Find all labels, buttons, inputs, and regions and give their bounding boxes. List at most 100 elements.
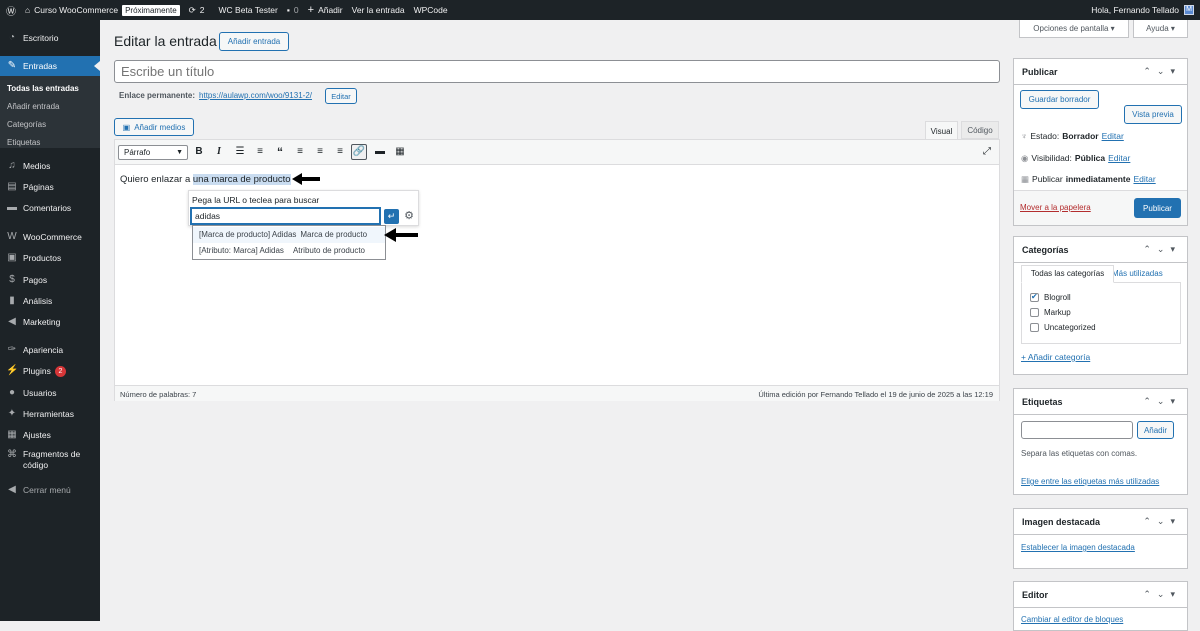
visibility-row: ◉ Visibilidad: Pública Editar — [1021, 153, 1131, 164]
numbered-list-icon[interactable]: ≡ — [254, 146, 266, 158]
menu-entries[interactable]: ✎ Entradas — [0, 56, 100, 76]
menu-tools[interactable]: ✦ Herramientas — [0, 404, 100, 424]
list-item[interactable]: [Marca de producto] Adidas Marca de produ… — [193, 227, 385, 243]
category-item[interactable]: Markup — [1030, 308, 1071, 318]
permalink-url[interactable]: https://aulawp.com/woo/9131-2/ — [199, 91, 312, 100]
panel-controls-icon[interactable]: ⌃⌄▾ — [1143, 396, 1181, 407]
menu-snippets[interactable]: ⌘ Fragmentos de código — [0, 449, 100, 477]
key-icon: ♆ — [1021, 131, 1028, 141]
tab-all-categories[interactable]: Todas las categorías — [1021, 265, 1114, 283]
add-tag-button[interactable]: Añadir — [1137, 421, 1174, 439]
tag-input[interactable] — [1021, 421, 1133, 439]
permalink-edit-button[interactable]: Editar — [325, 88, 357, 104]
menu-plugins[interactable]: ⚡ Plugins 2 — [0, 361, 100, 381]
category-item[interactable]: Blogroll — [1030, 292, 1071, 303]
edit-schedule-link[interactable]: Editar — [1133, 174, 1155, 185]
link-apply-button[interactable]: ↵ — [384, 209, 399, 224]
updates-link[interactable]: ⟳ 2 — [189, 5, 205, 16]
checkbox[interactable] — [1030, 323, 1039, 333]
set-featured-image-link[interactable]: Establecer la imagen destacada — [1021, 543, 1135, 552]
align-left-icon[interactable]: ≡ — [294, 146, 306, 158]
tab-code[interactable]: Código — [961, 121, 999, 139]
brush-icon: ✑ — [7, 344, 17, 355]
submenu-tags[interactable]: Etiquetas — [7, 138, 40, 147]
menu-users[interactable]: ● Usuarios — [0, 383, 100, 403]
publish-panel-header: Publicar ⌃⌄▾ — [1014, 59, 1187, 85]
tags-panel: Etiquetas ⌃⌄▾ Añadir Separa las etiquetas… — [1013, 388, 1188, 495]
list-item[interactable]: [Atributo: Marca] Adidas Atributo de prod… — [193, 243, 385, 259]
menu-media[interactable]: ♫ Medios — [0, 156, 100, 176]
read-more-icon[interactable]: ▬ — [374, 146, 386, 158]
menu-appearance[interactable]: ✑ Apariencia — [0, 340, 100, 360]
trash-link[interactable]: Mover a la papelera — [1020, 203, 1091, 212]
choose-tags-link[interactable]: Elige entre las etiquetas más utilizadas — [1021, 477, 1159, 486]
blockquote-icon[interactable]: “ — [274, 146, 286, 158]
pin-icon: ✎ — [7, 60, 17, 71]
view-post-link[interactable]: Ver la entrada — [352, 5, 405, 15]
link-popup-hint: Pega la URL o teclea para buscar — [192, 195, 320, 205]
save-draft-button[interactable]: Guardar borrador — [1020, 90, 1099, 109]
schedule-row: ▦ Publicar inmediatamente Editar — [1021, 174, 1156, 185]
edit-status-link[interactable]: Editar — [1102, 131, 1124, 141]
link-url-input[interactable] — [191, 208, 380, 224]
wpcode-link[interactable]: WPCode — [414, 5, 448, 15]
title-input[interactable] — [114, 60, 1000, 83]
screen-options-button[interactable]: Opciones de pantalla ▾ — [1019, 20, 1129, 38]
link-search-results: [Marca de producto] Adidas Marca de produ… — [192, 225, 386, 260]
wordpress-logo-icon[interactable]: Ⓦ — [6, 3, 16, 18]
align-center-icon[interactable]: ≡ — [314, 146, 326, 158]
switch-block-editor-link[interactable]: Cambiar al editor de bloques — [1021, 615, 1123, 624]
panel-controls-icon[interactable]: ⌃⌄▾ — [1143, 516, 1181, 527]
edit-visibility-link[interactable]: Editar — [1108, 153, 1130, 164]
fullscreen-icon[interactable]: ⤢ — [981, 146, 993, 158]
menu-settings[interactable]: ▦ Ajustes — [0, 425, 100, 445]
menu-dashboard[interactable]: ◔ Escritorio — [0, 28, 100, 48]
site-name-link[interactable]: ⌂ Curso WooCommerce Próximamente — [25, 4, 180, 16]
menu-analytics[interactable]: ▮ Análisis — [0, 291, 100, 311]
publish-button[interactable]: Publicar — [1134, 198, 1181, 218]
panel-controls-icon[interactable]: ⌃⌄▾ — [1143, 589, 1181, 600]
submenu-all-entries[interactable]: Todas las entradas — [7, 84, 79, 93]
italic-icon[interactable]: I — [213, 146, 225, 158]
format-select[interactable]: Párrafo ▼ — [118, 145, 188, 160]
word-count: Número de palabras: 7 — [120, 390, 197, 399]
editor-paragraph[interactable]: Quiero enlazar a una marca de producto — [120, 174, 291, 185]
submenu-categories[interactable]: Categorías — [7, 120, 46, 129]
panel-controls-icon[interactable]: ⌃⌄▾ — [1143, 244, 1181, 255]
comments-link[interactable]: ▪ 0 — [287, 5, 299, 15]
checkbox[interactable] — [1030, 292, 1039, 303]
menu-payments[interactable]: $ Pagos — [0, 270, 100, 290]
toolbar-toggle-icon[interactable]: ▦ — [394, 146, 406, 158]
tab-visual[interactable]: Visual — [925, 121, 958, 140]
gear-icon[interactable]: ⚙ — [402, 209, 416, 224]
align-right-icon[interactable]: ≡ — [334, 146, 346, 158]
menu-products[interactable]: ▣ Productos — [0, 248, 100, 268]
user-account-menu[interactable]: Hola, Fernando Tellado M — [1091, 0, 1194, 20]
featured-image-panel: Imagen destacada ⌃⌄▾ Establecer la imagen… — [1013, 508, 1188, 569]
bullet-list-icon[interactable]: ☰ — [234, 146, 246, 158]
menu-comments[interactable]: ▬ Comentarios — [0, 198, 100, 218]
tab-most-used[interactable]: Más utilizadas — [1112, 269, 1163, 278]
category-item[interactable]: Uncategorized — [1030, 323, 1096, 333]
collapse-menu[interactable]: ◀ Cerrar menú — [0, 480, 100, 500]
add-category-link[interactable]: + Añadir categoría — [1021, 352, 1090, 362]
wc-beta-tester-link[interactable]: WC Beta Tester — [219, 5, 278, 15]
submenu-add-entry[interactable]: Añadir entrada — [7, 102, 59, 111]
checkbox[interactable] — [1030, 308, 1039, 318]
editor-status-bar: Número de palabras: 7 Última edición por… — [115, 385, 999, 401]
menu-woocommerce[interactable]: W WooCommerce — [0, 227, 100, 247]
link-icon[interactable]: 🔗 — [351, 144, 367, 160]
menu-pages[interactable]: ▤ Páginas — [0, 177, 100, 197]
add-media-button[interactable]: ▣ Añadir medios — [114, 118, 194, 136]
add-new-entry-button[interactable]: Añadir entrada — [219, 32, 289, 51]
settings-icon: ▦ — [7, 429, 17, 440]
panel-controls-icon[interactable]: ⌃⌄▾ — [1143, 66, 1181, 77]
menu-marketing[interactable]: ◀ Marketing — [0, 312, 100, 332]
selected-link-text: una marca de producto — [192, 174, 291, 185]
admin-sidebar: ◔ Escritorio ✎ Entradas Todas las entradas… — [0, 20, 100, 621]
help-button[interactable]: Ayuda ▾ — [1133, 20, 1188, 38]
preview-button[interactable]: Vista previa — [1124, 105, 1182, 124]
bold-icon[interactable]: B — [193, 146, 205, 158]
add-new-link[interactable]: + Añadir — [308, 4, 343, 16]
plugins-count-badge: 2 — [54, 365, 66, 377]
